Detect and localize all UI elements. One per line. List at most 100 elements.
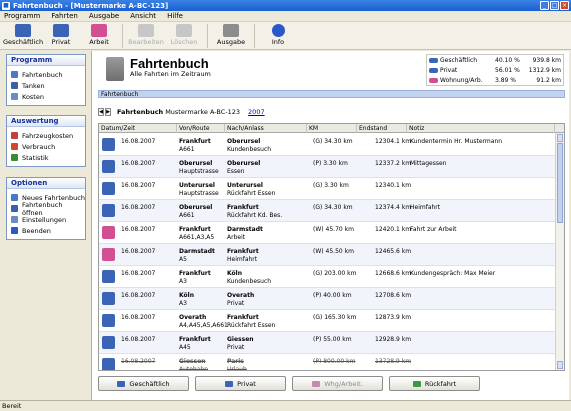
car-icon	[312, 380, 321, 387]
edit-icon	[138, 24, 154, 37]
cell-km: (G) 34.30 km	[313, 204, 353, 211]
menu-programm[interactable]: Programm	[4, 12, 40, 20]
table-row[interactable]: 16.08.2007 Köln A3 Overath Privat (P) 40.00 k…	[99, 288, 555, 310]
sidebar-item-fahrtenbuch[interactable]: Fahrtenbuch	[7, 69, 85, 80]
summary-row-privat: Privat 56.01 % 1312.9 km	[429, 66, 563, 76]
cell-end: 12340.1 km	[375, 182, 412, 189]
cell-reason: Rückfahrt Essen	[227, 322, 276, 329]
cell-date: 16.08.2007	[121, 182, 156, 189]
cell-date: 16.08.2007	[121, 248, 156, 255]
menu-ansicht[interactable]: Ansicht	[130, 12, 156, 20]
sidebar-programm: Programm Fahrtenbuch Tanken Kosten	[6, 54, 86, 106]
sidebar-item-beenden[interactable]: Beenden	[7, 225, 85, 236]
car-business-icon	[102, 182, 115, 195]
nav-title: Fahrtenbuch	[117, 107, 164, 116]
toolbar-button-2[interactable]: Arbeit	[80, 22, 118, 46]
scroll-thumb[interactable]	[557, 143, 563, 223]
col-endstand[interactable]: Endstand	[357, 124, 407, 133]
table-row[interactable]: 16.08.2007 Frankfurt A661 Oberursel Kundenbe…	[99, 134, 555, 156]
summary-row-wohnung: Wohnung/Arb. 3.89 % 91.2 km	[429, 76, 563, 86]
toolbar-button-label: Privat	[51, 38, 71, 46]
cell-route: Hauptstrasse	[179, 190, 219, 197]
toolbar-button-4[interactable]: Löschen	[165, 22, 203, 46]
prev-arrow-icon[interactable]: ◀	[98, 107, 104, 116]
table-row[interactable]: 16.08.2007 Oberursel A661 Frankfurt Rückfahr…	[99, 200, 555, 222]
table-row[interactable]: 16.08.2007 Overath A4,A45,A5,A661 Frankfurt…	[99, 310, 555, 332]
sidebar-item-fahrtenbuch-oeffnen[interactable]: Fahrtenbuch öffnen	[7, 201, 85, 217]
col-notiz[interactable]: Notiz	[407, 124, 555, 133]
toolbar-button-0[interactable]: Geschäftlich	[3, 22, 43, 46]
sidebar: Programm Fahrtenbuch Tanken Kosten Auswe…	[0, 51, 91, 400]
car-work-icon	[429, 78, 438, 83]
quick-button-label: Geschäftlich	[129, 379, 170, 388]
menu-fahrten[interactable]: Fahrten	[51, 12, 77, 20]
menu-ausgabe[interactable]: Ausgabe	[89, 12, 119, 20]
cell-from: Darmstadt	[179, 248, 215, 255]
car-private-icon	[53, 24, 69, 37]
menu-hilfe[interactable]: Hilfe	[167, 12, 183, 20]
quick-button-0[interactable]: Geschäftlich	[98, 376, 189, 391]
new-book-icon	[11, 194, 18, 201]
toolbar-button-6[interactable]: Info	[259, 22, 297, 46]
maximize-button[interactable]: □	[550, 1, 559, 10]
table-row[interactable]: 16.08.2007 Frankfurt A3 Köln Kundenbesuch (G)…	[99, 266, 555, 288]
cell-route: A661	[179, 146, 195, 153]
sidebar-item-fahrzeugkosten[interactable]: Fahrzeugkosten	[7, 130, 85, 141]
cell-note: Fahrt zur Arbeit	[410, 226, 457, 233]
cell-end: 12420.1 km	[375, 226, 412, 233]
cell-from: Frankfurt	[179, 270, 211, 277]
cell-end: 12873.9 km	[375, 314, 412, 321]
scroll-down-icon[interactable]	[557, 361, 563, 369]
statistics-icon	[11, 154, 18, 161]
quick-button-2[interactable]: Whg/Arbeit.	[292, 376, 383, 391]
cell-reason: Privat	[227, 344, 245, 351]
close-button[interactable]: ×	[560, 1, 569, 10]
sidebar-item-statistik[interactable]: Statistik	[7, 152, 85, 163]
toolbar-button-label: Ausgabe	[216, 38, 246, 46]
table-row[interactable]: 16.08.2007 Darmstadt A5 Frankfurt Heimfahrt (…	[99, 244, 555, 266]
scroll-up-icon[interactable]	[557, 134, 563, 142]
menu-bar: Programm Fahrten Ausgabe Ansicht Hilfe	[0, 11, 571, 22]
cell-route: A5	[179, 256, 187, 263]
minimize-button[interactable]: _	[540, 1, 549, 10]
year-link[interactable]: 2007	[248, 108, 265, 116]
cell-end: 13728.9 km	[375, 358, 412, 365]
toolbar-button-1[interactable]: Privat	[42, 22, 80, 46]
sidebar-item-verbrauch[interactable]: Verbrauch	[7, 141, 85, 152]
table-row[interactable]: 16.08.2007 Frankfurt A661,A3,A5 Darmstadt Ar…	[99, 222, 555, 244]
sidebar-item-kosten[interactable]: Kosten	[7, 91, 85, 102]
table-row[interactable]: 16.08.2007 Oberursel Hauptstrasse Oberursel…	[99, 156, 555, 178]
next-arrow-icon[interactable]: ▶	[105, 107, 111, 116]
title-bar: ■ Fahrtenbuch - [Mustermarke A-BC-123] _…	[0, 0, 571, 11]
vertical-scrollbar[interactable]	[555, 133, 564, 370]
car-business-icon	[102, 336, 115, 349]
cell-km: (P) 3.30 km	[313, 160, 348, 167]
cell-reason: Rückfahrt Kd. Bes.	[227, 212, 283, 219]
col-datum[interactable]: Datum/Zeit	[99, 124, 177, 133]
toolbar-separator	[254, 24, 255, 48]
cell-from: Overath	[179, 314, 207, 321]
toolbar-button-3[interactable]: Bearbeiten	[127, 22, 165, 46]
quick-button-3[interactable]: Rückfahrt	[389, 376, 480, 391]
cell-reason: Essen	[227, 168, 245, 175]
car-business-icon	[429, 58, 438, 63]
car-cost-icon	[11, 132, 18, 139]
cell-to: Overath	[227, 292, 255, 299]
cell-route: Autobahn	[179, 366, 209, 371]
table-row[interactable]: 16.08.2007 Frankfurt A45 Giessen Privat (P) 5…	[99, 332, 555, 354]
cell-km: (G) 3.30 km	[313, 182, 349, 189]
col-km[interactable]: KM	[307, 124, 357, 133]
table-row[interactable]: 16.08.2007 Unterursel Hauptstrasse Unterurs…	[99, 178, 555, 200]
table-row[interactable]: 16.08.2007 Giessen Autobahn Paris Urlaub (P) …	[99, 354, 555, 371]
col-von[interactable]: Von/Route	[177, 124, 225, 133]
book-icon	[11, 71, 18, 78]
toolbar-button-5[interactable]: Ausgabe	[212, 22, 250, 46]
col-nach[interactable]: Nach/Anlass	[225, 124, 307, 133]
sidebar-auswertung: Auswertung Fahrzeugkosten Verbrauch Stat…	[6, 115, 86, 167]
printer-icon	[223, 24, 239, 37]
summary-row-geschaeftlich: Geschäftlich 40.10 % 939.8 km	[429, 56, 563, 66]
quick-button-1[interactable]: Privat	[195, 376, 286, 391]
cell-date: 16.08.2007	[121, 270, 156, 277]
car-business-icon	[15, 24, 31, 37]
sidebar-item-tanken[interactable]: Tanken	[7, 80, 85, 91]
